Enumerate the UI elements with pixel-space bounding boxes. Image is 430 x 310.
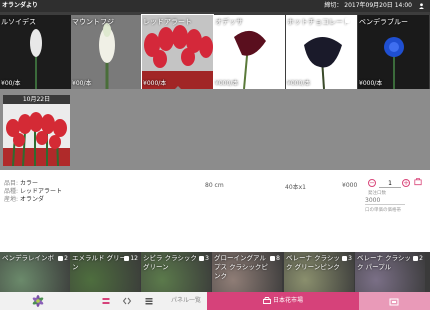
- decrement-button[interactable]: −: [368, 179, 376, 187]
- lot-count-badge: 12: [124, 255, 138, 262]
- bottom-nav: パネル一覧 日本花市場: [0, 292, 430, 310]
- lot-card[interactable]: 10月22日: [3, 95, 70, 166]
- flower-price: ¥000/本: [215, 80, 239, 87]
- cart-add-icon[interactable]: [414, 177, 422, 186]
- flower-card[interactable]: オデッサ ¥000/本 2: [214, 15, 285, 89]
- lot-photo: [3, 104, 70, 166]
- flower-name: ベレーナ クラシック グリーンピンク: [286, 254, 340, 271]
- badge-count: 12: [130, 255, 138, 262]
- flower-card[interactable]: シビラ クラシック グリーン 3: [141, 252, 211, 292]
- top-bar: オランダより 締切： 2017年09月20日 14:00: [0, 0, 430, 12]
- flower-card[interactable]: エメラルド グリーン 12: [70, 252, 140, 292]
- flower-name: ベンデラブルー: [359, 18, 408, 26]
- lot-date-label: 10月22日: [3, 95, 70, 104]
- lot-count-badge: 8: [270, 255, 280, 262]
- quantity-stepper: − +: [368, 179, 418, 189]
- spec-origin: 産地: オランダ: [4, 196, 44, 203]
- stack-icon: [345, 18, 351, 23]
- flower-price: ¥00/本: [1, 80, 21, 87]
- flower-name: ベレーナ クラシック パープル: [357, 254, 411, 271]
- flower-name: シビラ クラシック グリーン: [143, 254, 197, 271]
- grid-view-icon[interactable]: [101, 296, 111, 306]
- app-logo[interactable]: [30, 293, 46, 309]
- badge-count: 2: [419, 255, 423, 262]
- stack-icon: [413, 256, 419, 261]
- cart-icon: [389, 298, 399, 306]
- flower-name: オデッサ: [215, 18, 243, 26]
- deadline-text: 締切： 2017年09月20日 14:00: [324, 2, 412, 9]
- badge-count: 2: [351, 17, 355, 24]
- flower-card[interactable]: マウントフジ ¥00/本: [71, 15, 142, 89]
- market-icon: [263, 297, 271, 304]
- stack-icon: [270, 256, 276, 261]
- badge-count: 2: [279, 17, 283, 24]
- flower-name: マウントフジ: [72, 18, 114, 26]
- flower-name: エメラルド グリーン: [72, 254, 127, 271]
- badge-count: 8: [276, 255, 280, 262]
- flower-card[interactable]: ホットチョコレート ¥000/本 2: [286, 15, 357, 89]
- user-icon[interactable]: [418, 3, 425, 9]
- lot-count-badge: 3: [199, 255, 209, 262]
- arrows-icon[interactable]: [122, 296, 132, 306]
- origin-title: オランダより: [2, 2, 38, 9]
- flower-price: ¥000/本: [359, 80, 383, 87]
- lot-area: 10月22日: [0, 89, 430, 170]
- lot-count-badge: 2: [413, 255, 423, 262]
- stack-icon: [273, 18, 279, 23]
- pack-size: 40本x1: [285, 184, 307, 191]
- badge-count: 3: [348, 255, 352, 262]
- stack-icon: [124, 256, 130, 261]
- flower-card[interactable]: ベレーナ クラシック パープル 2: [355, 252, 425, 292]
- market-label: 日本花市場: [272, 297, 303, 304]
- price: ¥000: [342, 182, 358, 189]
- stack-icon: [342, 256, 348, 261]
- flower-card[interactable]: ベレーナ クラシック グリーンピンク 3: [284, 252, 354, 292]
- flower-price: ¥000/本: [287, 80, 311, 87]
- lot-count-badge: 2: [58, 255, 68, 262]
- lot-count-badge: 2: [345, 17, 355, 24]
- lot-count-badge: 3: [342, 255, 352, 262]
- cart-button[interactable]: [359, 292, 430, 310]
- top-flower-strip: ルソイデス ¥00/本 マウントフジ ¥00/本 レッドアラート ¥000/本 オデッサ ¥0…: [0, 12, 430, 90]
- flower-name: レッドアラート: [143, 18, 192, 26]
- flower-card[interactable]: グローイングアルプス クラシックピンク 8: [212, 252, 282, 292]
- flower-card[interactable]: ベンデラブルー ¥000/本: [358, 15, 429, 89]
- flower-name: ルソイデス: [1, 18, 36, 26]
- quantity-input[interactable]: [379, 179, 401, 188]
- flower-name: ホットチョコレート: [287, 18, 350, 26]
- flower-name: グローイングアルプス クラシックピンク: [214, 254, 268, 280]
- unit-price-caption: 口の単価の価格帯: [365, 208, 401, 213]
- badge-count: 3: [205, 255, 209, 262]
- stem-length: 80 cm: [205, 182, 224, 189]
- badge-count: 2: [64, 255, 68, 262]
- lot-count-badge: 2: [273, 17, 283, 24]
- flower-price: ¥00/本: [72, 80, 92, 87]
- stack-icon: [199, 256, 205, 261]
- market-button[interactable]: 日本花市場: [207, 292, 359, 310]
- increment-button[interactable]: +: [402, 179, 410, 187]
- panel-list-button[interactable]: パネル一覧: [165, 292, 207, 310]
- list-view-icon[interactable]: [144, 296, 154, 306]
- flower-card[interactable]: レッドアラート ¥000/本: [141, 14, 214, 90]
- flower-price: ¥000/本: [143, 80, 167, 87]
- flower-card[interactable]: ペンデラレインボ 2: [0, 252, 70, 292]
- bottom-flower-strip: ペンデラレインボ 2 エメラルド グリーン 12 シビラ クラシック グリーン 3 グローイ…: [0, 252, 430, 292]
- flower-card[interactable]: ルソイデス ¥00/本: [0, 15, 71, 89]
- flower-name: ペンデラレインボ: [2, 254, 54, 262]
- product-detail: 品目: カラー 品種: レッドアラート 産地: オランダ 80 cm 40本x1…: [0, 170, 430, 252]
- stack-icon: [58, 256, 64, 261]
- unit-price-input[interactable]: [365, 196, 405, 205]
